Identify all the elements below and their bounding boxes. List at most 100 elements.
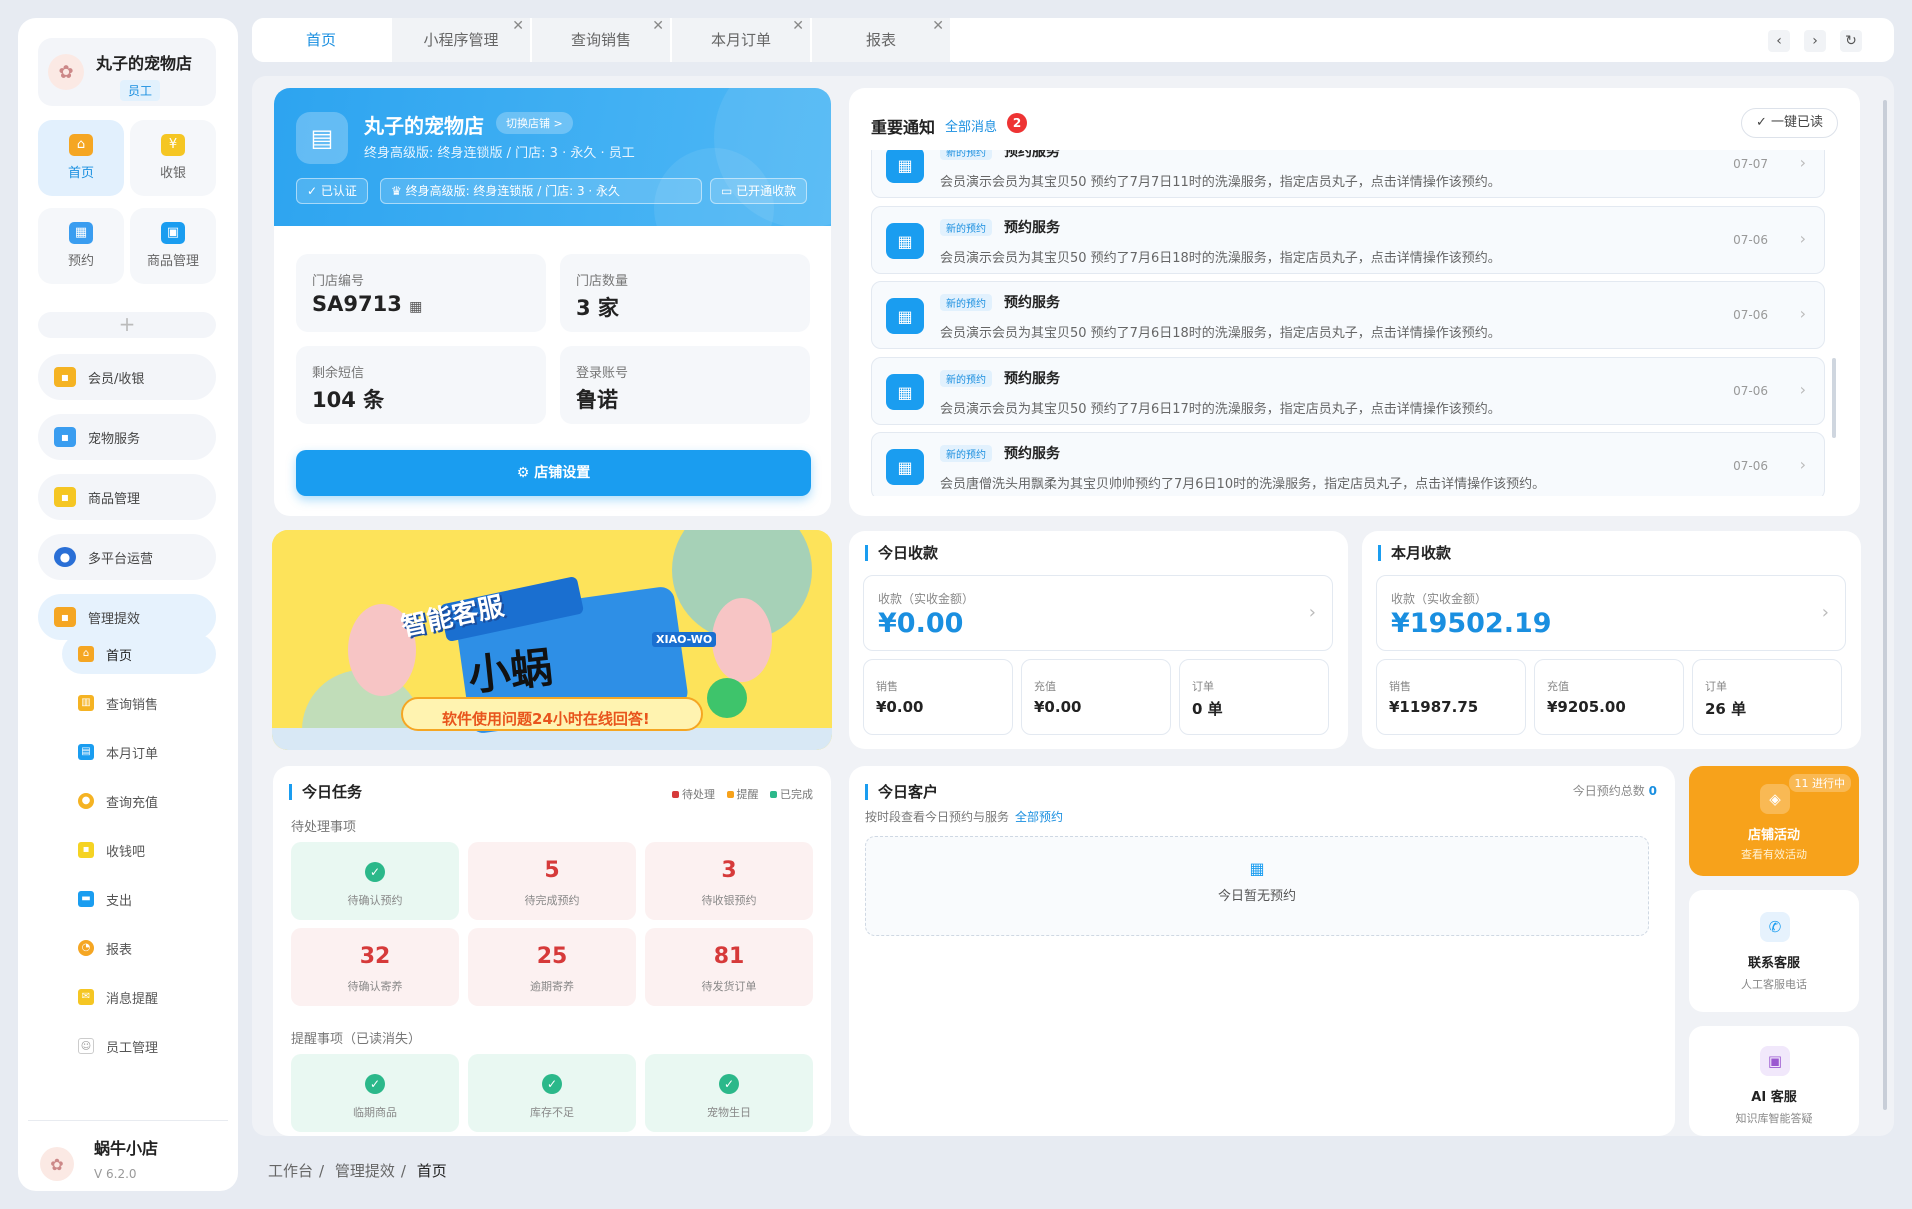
store-settings-label: 店铺设置 [534,465,591,481]
close-icon[interactable]: ✕ [932,4,944,48]
task-confirm-booking[interactable]: ✓ 待确认预约 [291,842,459,920]
nav-group-label: 宠物服务 [88,432,141,447]
all-bookings-link[interactable]: 全部预约 [1015,810,1063,824]
today-orders: 订单 0 单 [1179,659,1329,735]
task-label: 待发货订单 [701,980,757,993]
sidebar-item-sales[interactable]: ▥ 查询销售 [62,683,216,723]
notice-scrollbar[interactable] [1832,358,1836,438]
tab-sales[interactable]: 查询销售 ✕ [532,18,670,62]
tab-miniprogram[interactable]: 小程序管理 ✕ [392,18,530,62]
stat-store-id: 门店编号 SA9713 ▦ [296,254,546,332]
sub-value: ¥11987.75 [1389,698,1479,716]
check-icon: ✓ [365,862,385,882]
month-orders: 订单 26 单 [1692,659,1842,735]
sidebar-item-home[interactable]: ⌂ 首页 [62,634,216,674]
app-version: V 6.2.0 [94,1167,137,1181]
check-icon: ✓ [1755,115,1771,130]
pet-service-icon: ▪ [54,427,76,447]
page-scrollbar[interactable] [1880,80,1890,1134]
platform-icon: ● [54,547,76,567]
expense-icon: ▬ [78,891,94,907]
remind-expiring-products[interactable]: ✓ 临期商品 [291,1054,459,1132]
calendar-icon: ▦ [886,449,924,485]
ai-support-tile[interactable]: ▣ AI 客服 知识库智能答疑 [1689,1026,1859,1136]
chevron-left-icon[interactable]: ‹ [1768,30,1790,52]
switch-store-button[interactable]: 切换店铺 > [496,112,573,134]
all-messages-link[interactable]: 全部消息 [945,116,997,135]
empty-state: ▦ 今日暂无预约 [865,836,1649,936]
today-customers-card: 今日客户 今日预约总数 0 按时段查看今日预约与服务 全部预约 ▦ 今日暂无预约 [849,766,1675,1136]
qrcode-icon[interactable]: ▦ [409,299,422,315]
task-ship-orders[interactable]: 81 待发货订单 [645,928,813,1006]
breadcrumb-item[interactable]: 工作台 [268,1162,313,1180]
remind-low-stock[interactable]: ✓ 库存不足 [468,1054,636,1132]
notice-item[interactable]: ▦ 新的预约 预约服务 会员演示会员为其宝贝50 预约了7月6日17时的洗澡服务… [871,357,1825,425]
banner-title-main: 小蜗 [465,642,555,701]
tab-label: 报表 [865,31,896,49]
sidebar-item-label: 报表 [106,943,133,958]
refresh-icon[interactable]: ↻ [1840,30,1862,52]
notice-item[interactable]: ▦ 新的预约 预约服务 会员演示会员为其宝贝50 预约了7月6日18时的洗澡服务… [871,206,1825,274]
sidebar-item-reports[interactable]: ◔ 报表 [62,928,216,968]
ai-support-banner[interactable]: 智能客服 小蜗 XIAO-WO 软件使用问题24小时在线回答! [272,530,832,750]
month-income-main[interactable]: 收款（实收金额） ¥19502.19 › [1376,575,1846,651]
scrollbar-thumb[interactable] [1883,100,1887,1110]
sub-label: 充值 [1034,680,1056,693]
chevron-right-icon: › [1799,153,1806,172]
notice-item[interactable]: ▦ 新的预约 预约服务 会员演示会员为其宝贝50 预约了7月7日11时的洗澡服务… [871,150,1825,198]
check-icon: ✓ [542,1074,562,1094]
close-icon[interactable]: ✕ [792,4,804,48]
tab-orders[interactable]: 本月订单 ✕ [672,18,810,62]
sidebar-item-shouqianba[interactable]: ▪ 收钱吧 [62,830,216,870]
nav-group-products[interactable]: ▪ 商品管理 [38,474,216,520]
sidebar-item-messages[interactable]: ✉ 消息提醒 [62,977,216,1017]
customers-subtitle: 按时段查看今日预约与服务 全部预约 [865,808,1063,825]
sidebar-item-expense[interactable]: ▬ 支出 [62,879,216,919]
notice-item[interactable]: ▦ 新的预约 预约服务 会员演示会员为其宝贝50 预约了7月6日18时的洗澡服务… [871,281,1825,349]
task-label: 逾期寄养 [530,980,574,993]
recharge-icon: ● [78,793,94,809]
quick-booking[interactable]: ▦ 预约 [38,208,124,284]
sidebar-item-staff[interactable]: ☺ 员工管理 [62,1026,216,1066]
breadcrumb-item[interactable]: 管理提效 [335,1162,395,1180]
task-confirm-boarding[interactable]: 32 待确认寄养 [291,928,459,1006]
notice-date: 07-06 [1733,233,1768,247]
store-activity-tile[interactable]: 11 进行中 ◈ 店铺活动 查看有效活动 [1689,766,1859,876]
nav-group-multiplatform[interactable]: ● 多平台运营 [38,534,216,580]
sidebar-footer: ✿ 蜗牛小店 V 6.2.0 [28,1120,228,1190]
store-plan-text: 终身高级版: 终身连锁版 / 门店: 3 · 永久 · 员工 [364,146,635,161]
pending-section-label: 待处理事项 [291,820,357,835]
quick-products[interactable]: ▣ 商品管理 [130,208,216,284]
sidebar-item-recharge[interactable]: ● 查询充值 [62,781,216,821]
today-income-main[interactable]: 收款（实收金额） ¥0.00 › [863,575,1333,651]
notice-text: 会员演示会员为其宝贝50 预约了7月6日17时的洗澡服务，指定店员丸子，点击详情… [940,402,1501,417]
task-checkout-booking[interactable]: 3 待收银预约 [645,842,813,920]
chevron-right-icon[interactable]: › [1804,30,1826,52]
close-icon[interactable]: ✕ [652,4,664,48]
sidebar-item-orders[interactable]: ▤ 本月订单 [62,732,216,772]
nav-group-member[interactable]: ▪ 会员/收银 [38,354,216,400]
tab-reports[interactable]: 报表 ✕ [812,18,950,62]
notice-tag: 新的预约 [940,370,992,387]
close-icon[interactable]: ✕ [512,4,524,48]
task-finish-booking[interactable]: 5 待完成预约 [468,842,636,920]
nav-group-pet-service[interactable]: ▪ 宠物服务 [38,414,216,460]
income-value: ¥19502.19 [1391,608,1552,639]
store-switcher[interactable]: ✿ 丸子的宠物店 员工 [38,38,216,106]
notice-text: 会员演示会员为其宝贝50 预约了7月6日18时的洗澡服务，指定店员丸子，点击详情… [940,251,1501,266]
contact-support-tile[interactable]: ✆ 联系客服 人工客服电话 [1689,890,1859,1012]
store-settings-button[interactable]: ⚙ 店铺设置 [296,450,811,496]
store-title: 丸子的宠物店 [364,114,484,138]
tab-home[interactable]: 首页 [252,18,390,62]
quick-home[interactable]: ⌂ 首页 [38,120,124,196]
tile-title: AI 客服 [1751,1090,1797,1105]
task-overdue-boarding[interactable]: 25 逾期寄养 [468,928,636,1006]
nav-group-label: 多平台运营 [88,552,154,567]
notice-item[interactable]: ▦ 新的预约 预约服务 会员唐僧洗头用飘柔为其宝贝帅帅预约了7月6日10时的洗澡… [871,432,1825,496]
remind-pet-birthday[interactable]: ✓ 宠物生日 [645,1054,813,1132]
sidebar: ✿ 丸子的宠物店 员工 ⌂ 首页 ¥ 收银 ▦ 预约 ▣ 商品管理 + ▪ 会员… [18,18,238,1191]
quick-cashier[interactable]: ¥ 收银 [130,120,216,196]
add-shortcut-button[interactable]: + [38,312,216,338]
mark-all-read-button[interactable]: ✓ 一键已读 [1740,108,1838,138]
user-icon: ☺ [78,1038,94,1054]
